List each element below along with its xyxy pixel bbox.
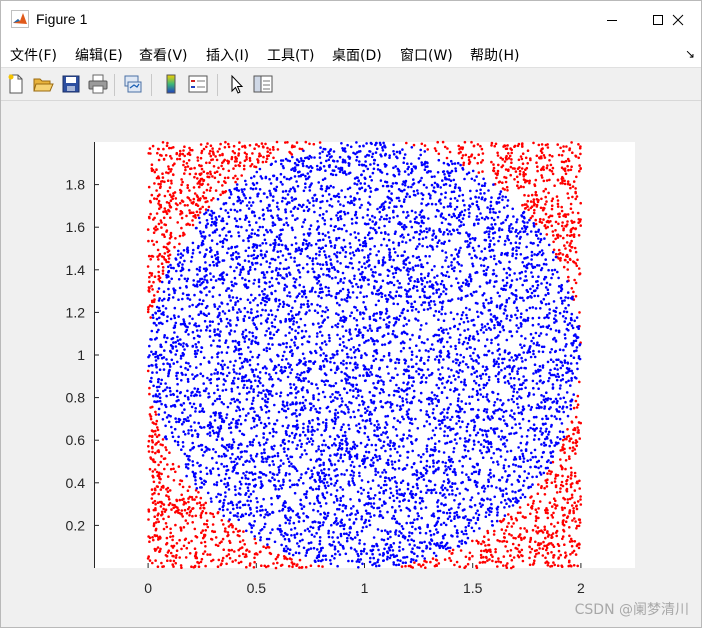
menu-edit[interactable]: 编辑(E) <box>75 45 123 65</box>
y-tick-label: 1 <box>77 347 85 363</box>
pointer-arrow-icon[interactable] <box>225 73 247 95</box>
minimize-button[interactable] <box>589 1 635 39</box>
figure-canvas[interactable]: 0 0.5 1 1.5 2 0.2 0.4 0.6 0.8 1 1.2 1.4 1.6 1.8 CSDN … <box>1 101 701 627</box>
menu-insert[interactable]: 插入(I) <box>206 45 249 65</box>
menu-bar: 文件(F) 编辑(E) 查看(V) 插入(I) 工具(T) 桌面(D) 窗口(W… <box>1 39 701 67</box>
menu-desktop[interactable]: 桌面(D) <box>332 45 382 65</box>
legend-icon[interactable] <box>187 73 209 95</box>
new-document-icon[interactable] <box>5 73 27 95</box>
y-tick-label: 1.4 <box>66 262 86 278</box>
link-plot-icon[interactable] <box>122 73 144 95</box>
y-tick-label: 0.8 <box>66 390 86 406</box>
y-tick-label: 0.2 <box>66 517 86 533</box>
watermark-text: CSDN @阑梦清川 <box>574 602 689 618</box>
menu-window[interactable]: 窗口(W) <box>400 45 453 65</box>
toolbar-separator <box>151 74 152 96</box>
menu-view[interactable]: 查看(V) <box>139 45 188 65</box>
printer-icon[interactable] <box>87 73 109 95</box>
x-tick-label: 2 <box>577 580 585 596</box>
property-inspector-icon[interactable] <box>252 73 274 95</box>
x-tick-label: 0.5 <box>247 580 267 596</box>
figure-window: Figure 1 文件(F) 编辑(E) 查看(V) 插入(I) 工具(T) 桌… <box>0 0 702 628</box>
x-tick-label: 1.5 <box>463 580 483 596</box>
window-title: Figure 1 <box>36 11 88 27</box>
folder-open-icon[interactable] <box>32 73 54 95</box>
menu-help[interactable]: 帮助(H) <box>470 45 519 65</box>
y-tick-label: 1.2 <box>66 304 86 320</box>
colorbar-icon[interactable] <box>160 73 182 95</box>
y-tick-label: 0.4 <box>66 475 86 491</box>
y-tick-label: 0.6 <box>66 432 86 448</box>
menu-tools[interactable]: 工具(T) <box>267 45 314 65</box>
toolbar-separator <box>217 74 218 96</box>
x-tick-label: 0 <box>144 580 152 596</box>
toolbar-separator <box>114 74 115 96</box>
title-bar[interactable]: Figure 1 <box>1 1 701 39</box>
scatter-plot: 0 0.5 1 1.5 2 0.2 0.4 0.6 0.8 1 1.2 1.4 1.6 1.8 <box>66 140 635 596</box>
y-tick-label: 1.6 <box>66 219 86 235</box>
dock-arrow-icon[interactable]: ↘ <box>685 47 695 61</box>
x-tick-label: 1 <box>361 580 369 596</box>
menu-file[interactable]: 文件(F) <box>10 45 57 65</box>
close-button[interactable] <box>655 1 701 39</box>
save-disk-icon[interactable] <box>60 73 82 95</box>
y-tick-label: 1.8 <box>66 177 86 193</box>
figure-toolbar <box>1 67 701 101</box>
matlab-logo-icon <box>11 10 29 28</box>
